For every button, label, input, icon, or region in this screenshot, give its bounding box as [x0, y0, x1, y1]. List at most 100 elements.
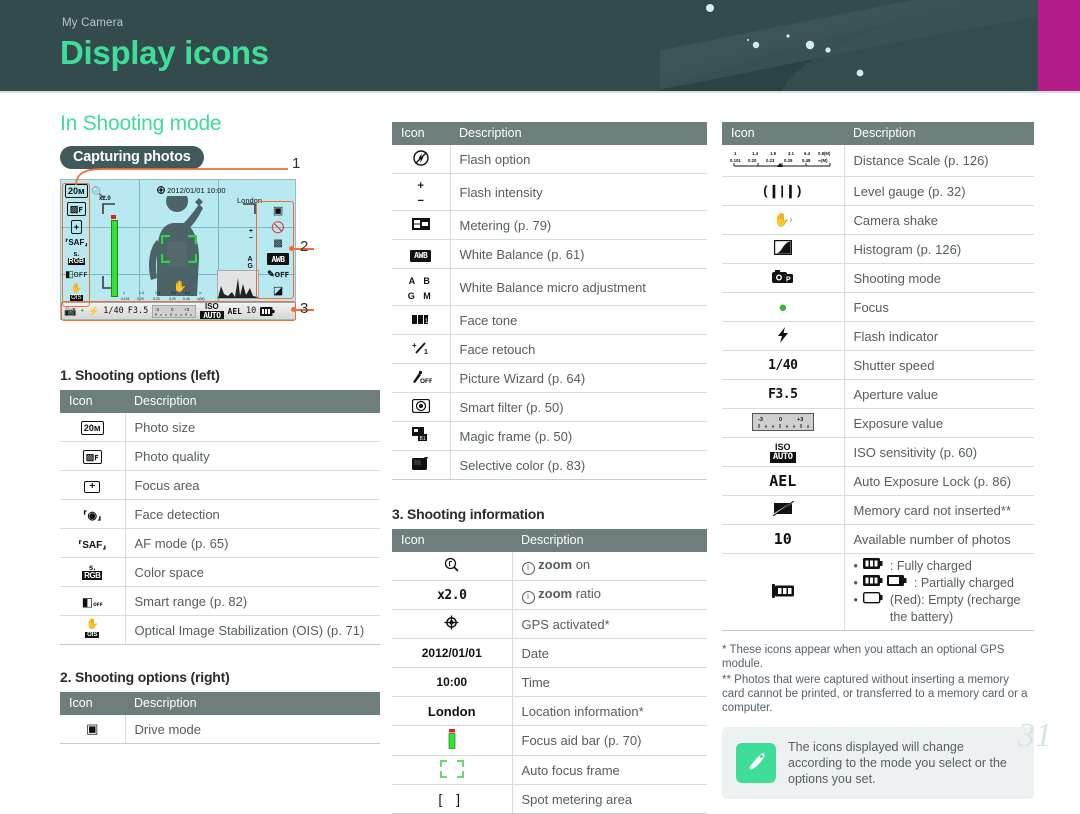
table-shooting-information: Icon Description i zoom on x2.0 i zoom r… — [392, 529, 707, 814]
table-row: ⸢◉⸥ Face detection — [60, 499, 380, 529]
breadcrumb: My Camera — [62, 17, 124, 29]
table-header-row: Icon Description — [392, 122, 707, 145]
row-desc: Face retouch — [450, 334, 707, 364]
callout-leader-1 — [75, 168, 288, 185]
page-header: My Camera Display icons — [0, 0, 1080, 93]
table-row: P Shooting mode — [722, 263, 1034, 293]
svg-text:1: 1 — [734, 151, 737, 156]
col-header-description: Description — [125, 390, 380, 413]
col-header-icon: Icon — [392, 529, 512, 552]
table-row: Selective color (p. 83) — [392, 450, 707, 480]
ois-icon: ✋ OIS — [60, 615, 126, 645]
i-circle-icon: i — [521, 591, 535, 604]
svg-text:1.9: 1.9 — [770, 151, 777, 156]
row-desc: GPS activated* — [512, 609, 707, 639]
picture-wizard-icon: OFF — [392, 363, 451, 393]
table-row: Auto focus frame — [392, 755, 707, 785]
row-desc: Photo size — [125, 413, 380, 442]
row-desc: • : Fully charged • : Partially charged … — [844, 553, 1035, 631]
face-detection-icon: ⸢◉⸥ — [60, 499, 126, 529]
zoom-suffix: ratio — [575, 586, 601, 601]
list-item: • : Partially charged — [853, 575, 1014, 590]
table-row: 20ᴍ Photo size — [60, 413, 380, 442]
row-desc: Level gauge (p. 32) — [844, 176, 1034, 206]
table-row: 10:00 Time — [392, 667, 707, 697]
callout-dot-3 — [291, 307, 296, 312]
table-caption-left-1: 1. Shooting options (left) — [60, 367, 220, 383]
location-value: London — [392, 696, 513, 726]
table-row: AEL Auto Exposure Lock (p. 86) — [722, 466, 1034, 496]
row-desc: Available number of photos — [844, 524, 1034, 554]
row-desc: Focus aid bar (p. 70) — [512, 725, 707, 756]
photo-quality-icon: ▨ꜰ — [60, 441, 126, 471]
table-row: s. RGB Color space — [60, 557, 380, 587]
row-desc: Optical Image Stabilization (OIS) (p. 71… — [125, 615, 380, 645]
svg-text:1: 1 — [425, 319, 429, 325]
row-desc: Focus area — [125, 470, 380, 500]
metering-icon — [392, 210, 451, 240]
zoom-on-icon — [392, 552, 513, 581]
table-row: 1 1.4 1.9 3.1 6.4 0.8(M) 0.101 0.20 0.23… — [722, 145, 1034, 177]
color-space-icon: s. RGB — [60, 557, 126, 587]
table-row: ISO AUTO ISO sensitivity (p. 60) — [722, 437, 1034, 467]
white-balance-icon: AWB — [392, 239, 451, 269]
tip-box: The icons displayed will change accordin… — [722, 727, 1034, 799]
column-right: Icon Description 1 1.4 1.9 3.1 6.4 0.8(M… — [722, 122, 1034, 799]
table-row: + Focus area — [60, 470, 380, 500]
row-desc: Smart filter (p. 50) — [450, 392, 707, 422]
svg-text:0.29: 0.29 — [784, 158, 793, 163]
shutter-speed-value: 1/40 — [722, 350, 845, 380]
zoom-suffix: on — [575, 557, 591, 572]
row-desc: Spot metering area — [512, 784, 707, 814]
focus-indicator-icon: ● — [722, 292, 845, 322]
svg-text:0.8(M): 0.8(M) — [818, 151, 831, 156]
header-magenta-bar — [1038, 0, 1080, 93]
battery-empty-icon — [862, 591, 885, 609]
svg-text:1.4: 1.4 — [752, 151, 759, 156]
svg-text:1: 1 — [424, 349, 428, 355]
focus-area-icon: + — [60, 470, 126, 500]
smart-filter-icon — [392, 392, 451, 422]
battery-full-text: : Fully charged — [889, 559, 972, 573]
col-header-icon: Icon — [392, 122, 450, 145]
table-row: ▨ꜰ Photo quality — [60, 441, 380, 471]
drive-mode-icon: ▣ — [60, 715, 126, 744]
row-desc: Shooting mode — [844, 263, 1034, 293]
wb-micro-adjust-icon: A BG M — [392, 268, 451, 306]
table-shooting-options-right: Icon Description ▣ Drive mode — [60, 692, 380, 744]
list-item: • : Fully charged — [853, 558, 972, 573]
table-row: ● Focus — [722, 292, 1034, 322]
svg-text:0.20: 0.20 — [748, 158, 757, 163]
col-header-description: Description — [450, 122, 707, 145]
svg-text:-3: -3 — [758, 417, 763, 423]
row-desc: Location information* — [512, 696, 707, 726]
row-desc: Flash indicator — [844, 321, 1034, 351]
histogram-overlay — [217, 270, 259, 299]
row-desc: Aperture value — [844, 379, 1034, 409]
svg-text:∞: ∞ — [199, 291, 202, 295]
table-row: F3.5 Aperture value — [722, 379, 1034, 409]
row-desc: Exposure value — [844, 408, 1034, 438]
table-shooting-info-right: Icon Description 1 1.4 1.9 3.1 6.4 0.8(M… — [722, 122, 1034, 631]
row-desc: i zoom on — [512, 552, 707, 581]
table-row: Focus aid bar (p. 70) — [392, 725, 707, 756]
table-header-row: Icon Description — [60, 692, 380, 715]
screen-datetime: 2012/01/01 10:00 — [157, 186, 226, 195]
table-row: + − Flash intensity — [392, 173, 707, 211]
row-desc: AF mode (p. 65) — [125, 528, 380, 558]
battery-partial-text: : Partially charged — [913, 576, 1014, 590]
zoom-ratio-value: x2.0 — [392, 580, 513, 610]
callout-region-3 — [61, 301, 296, 321]
svg-text:3.1: 3.1 — [171, 291, 176, 295]
svg-text:+: + — [412, 341, 417, 350]
row-desc: Selective color (p. 83) — [450, 450, 707, 480]
battery-level-list: • : Fully charged • : Partially charged … — [854, 558, 1035, 626]
page-title: Display icons — [60, 34, 269, 71]
focus-aid-bar-icon — [392, 725, 513, 756]
svg-text:0.48: 0.48 — [802, 158, 811, 163]
table-row: B1 Magic frame (p. 50) — [392, 421, 707, 451]
row-desc: Color space — [125, 557, 380, 587]
svg-text:∞(M): ∞(M) — [818, 158, 828, 163]
zoom-word: zoom — [538, 586, 573, 601]
svg-text:3.1: 3.1 — [788, 151, 795, 156]
